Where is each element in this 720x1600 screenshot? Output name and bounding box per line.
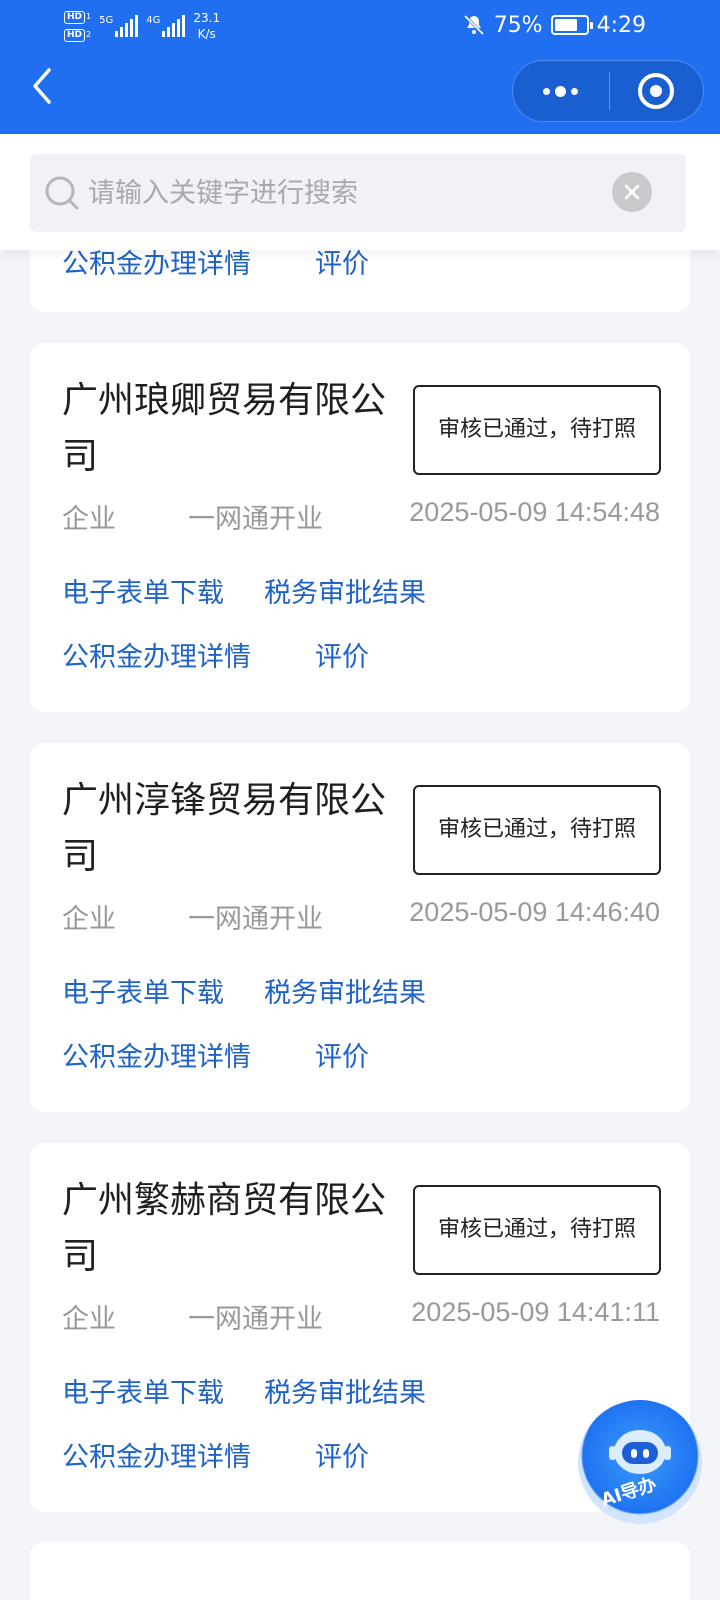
hd-badge-2: HD <box>64 29 86 42</box>
record-card[interactable]: 广州淳锋贸易有限公司 审核已通过，待打照 企业 一网通开业 2025-05-09… <box>30 743 690 1112</box>
more-dot-icon <box>571 87 579 95</box>
card-links-row-2: 公积金办理详情 评价 <box>62 635 369 674</box>
more-button[interactable] <box>513 61 609 121</box>
status-badge: 审核已通过，待打照 <box>413 385 661 475</box>
close-icon <box>624 184 640 200</box>
fund-details-link[interactable]: 公积金办理详情 <box>62 1035 251 1074</box>
status-bar-left: HD 1 HD 2 5G 4G 23.1 K/s <box>64 6 220 46</box>
submit-time: 2025-05-09 14:46:40 <box>409 897 660 927</box>
service-channel: 一网通开业 <box>188 1304 323 1335</box>
battery-fill <box>554 19 578 31</box>
submit-time: 2025-05-09 14:54:48 <box>409 497 660 527</box>
chevron-left-icon <box>33 68 51 104</box>
service-channel: 一网通开业 <box>188 904 323 935</box>
card-links-row-1: 电子表单下载 税务审批结果 <box>62 1371 426 1410</box>
tax-result-link[interactable]: 税务审批结果 <box>264 971 426 1010</box>
signal-bars-icon <box>162 15 186 37</box>
submit-time: 2025-05-09 14:41:11 <box>411 1297 660 1327</box>
entity-type: 企业 <box>62 504 116 535</box>
review-link[interactable]: 评价 <box>315 1435 369 1474</box>
company-name: 广州繁赫商贸有限公司 <box>62 1180 387 1277</box>
target-icon-center <box>650 85 663 97</box>
entity-type: 企业 <box>62 904 116 935</box>
more-dot-icon <box>543 87 551 95</box>
top-header: HD 1 HD 2 5G 4G 23.1 K/s 75% 4:29 <box>0 0 720 134</box>
battery-percent: 75% <box>493 12 543 38</box>
network-speed: 23.1 K/s <box>193 10 220 42</box>
net-label-5g: 5G <box>99 15 114 26</box>
fund-details-link[interactable]: 公积金办理详情 <box>62 635 251 674</box>
search-bar-area <box>0 134 720 250</box>
search-icon <box>45 176 79 210</box>
signal-5g: 5G <box>99 15 139 37</box>
card-links-row-2: 公积金办理详情 评价 <box>62 1035 369 1074</box>
form-download-link[interactable]: 电子表单下载 <box>62 571 224 610</box>
tax-result-link[interactable]: 税务审批结果 <box>264 1371 426 1410</box>
record-card[interactable]: 广州琅卿贸易有限公司 审核已通过，待打照 企业 一网通开业 2025-05-09… <box>30 343 690 712</box>
status-bar-right: 75% 4:29 <box>462 8 646 42</box>
review-link[interactable]: 评价 <box>315 1035 369 1074</box>
entity-type: 企业 <box>62 1304 116 1335</box>
back-button[interactable] <box>20 66 64 106</box>
clock-time: 4:29 <box>596 12 646 38</box>
fund-details-link[interactable]: 公积金办理详情 <box>62 1435 251 1474</box>
network-speed-unit: K/s <box>197 27 216 41</box>
hd-sub-2: 2 <box>86 30 92 39</box>
card-links-row-2: 公积金办理详情 评价 <box>62 1435 369 1474</box>
miniprogram-capsule <box>512 60 704 122</box>
form-download-link[interactable]: 电子表单下载 <box>62 1371 224 1410</box>
network-speed-value: 23.1 <box>193 11 221 25</box>
review-link[interactable]: 评价 <box>315 635 369 674</box>
company-name: 广州淳锋贸易有限公司 <box>62 780 387 877</box>
tax-result-link[interactable]: 税务审批结果 <box>264 571 426 610</box>
signal-bars-icon <box>115 15 139 37</box>
battery-icon <box>550 15 593 35</box>
hd-indicators: HD 1 HD 2 <box>64 10 91 42</box>
company-name: 广州琅卿贸易有限公司 <box>62 380 387 477</box>
bell-off-icon <box>463 14 484 36</box>
ai-assistant-button[interactable]: AI导办 <box>578 1400 702 1524</box>
service-channel: 一网通开业 <box>188 504 323 535</box>
more-dot-icon <box>555 85 567 97</box>
target-icon <box>638 73 675 109</box>
clear-search-button[interactable] <box>612 172 652 212</box>
hd-sub-1: 1 <box>86 12 92 21</box>
form-download-link[interactable]: 电子表单下载 <box>62 971 224 1010</box>
close-miniprogram-button[interactable] <box>610 61 704 121</box>
status-badge: 审核已通过，待打照 <box>413 1185 661 1275</box>
record-card-partial[interactable] <box>30 1542 690 1600</box>
search-box <box>30 154 686 232</box>
net-label-4g: 4G <box>146 15 161 26</box>
status-badge: 审核已通过，待打照 <box>413 785 661 875</box>
card-links-row-1: 电子表单下载 税务审批结果 <box>62 571 426 610</box>
signal-4g: 4G <box>146 15 186 37</box>
hd-badge-1: HD <box>64 11 86 24</box>
card-links-row-1: 电子表单下载 税务审批结果 <box>62 971 426 1010</box>
search-input[interactable] <box>88 177 588 209</box>
